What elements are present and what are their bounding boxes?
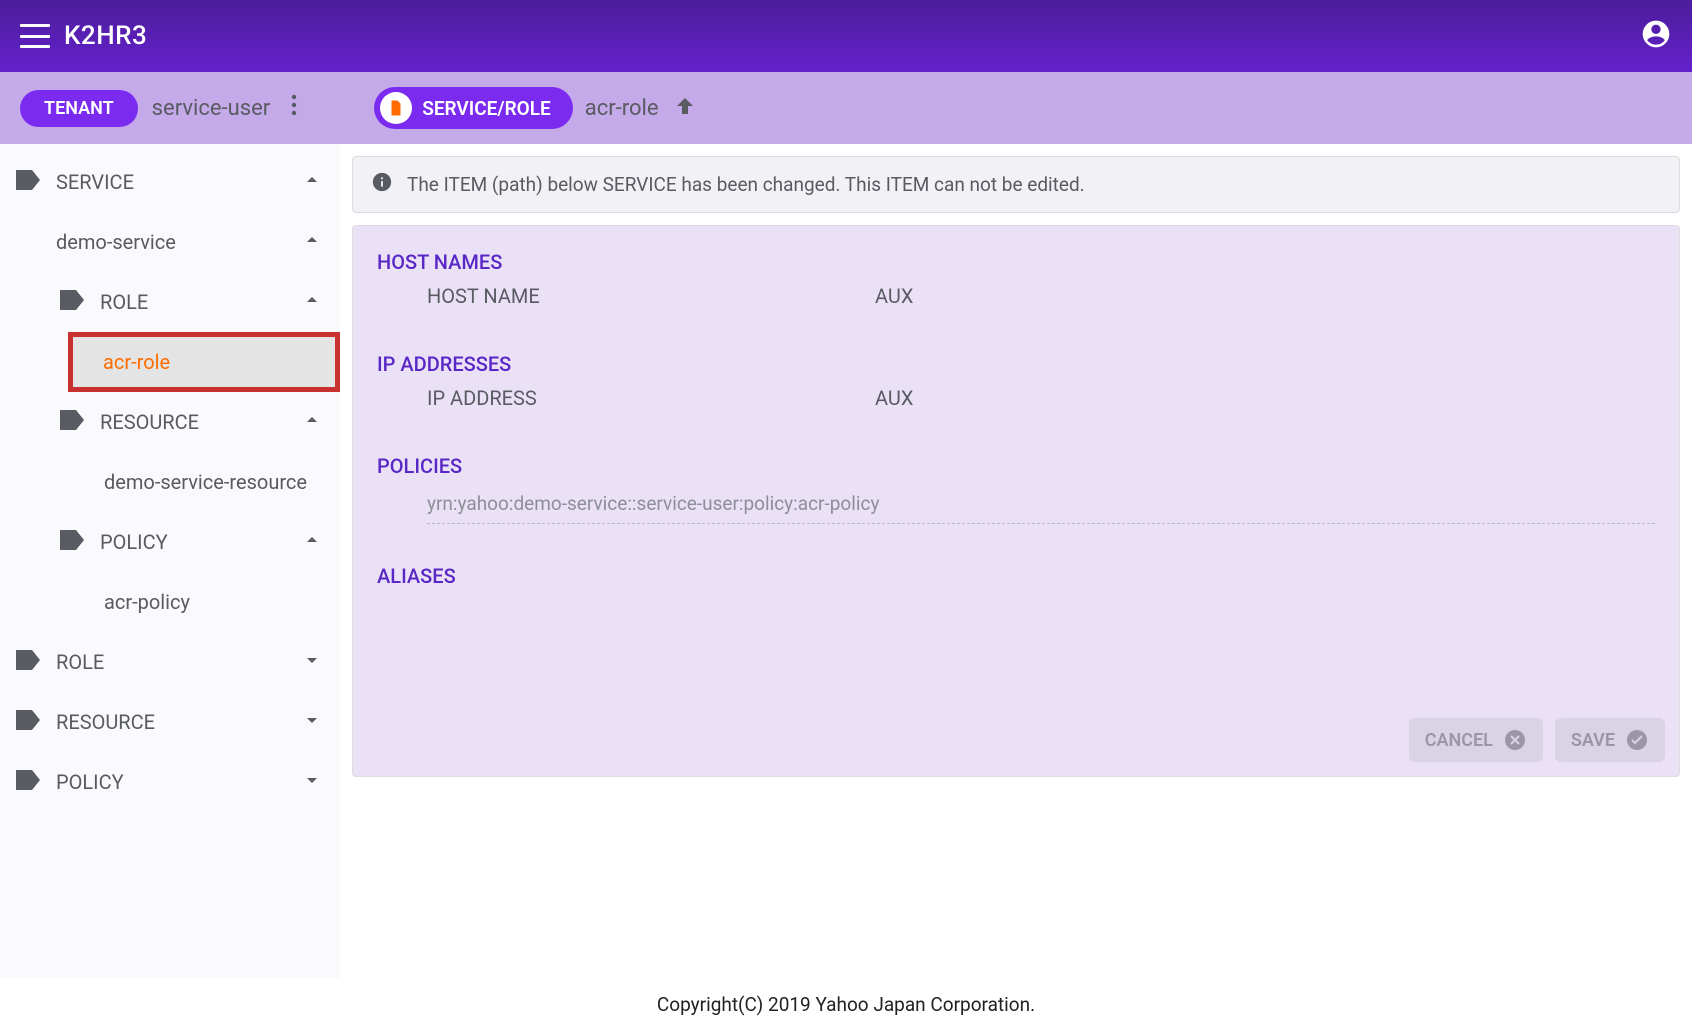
- tag-icon: [16, 770, 40, 795]
- chevron-up-icon[interactable]: [300, 288, 324, 317]
- breadcrumb-chip[interactable]: SERVICE/ROLE: [374, 87, 573, 129]
- sidebar-item-resource[interactable]: RESOURCE: [0, 392, 340, 452]
- section-aliases-title: ALIASES: [377, 564, 1655, 588]
- sidebar-item-service[interactable]: SERVICE: [0, 152, 340, 212]
- sidebar-item-demo-service-resource[interactable]: demo-service-resource: [0, 452, 340, 512]
- account-icon[interactable]: [1640, 18, 1672, 54]
- tag-icon: [16, 650, 40, 675]
- chevron-down-icon[interactable]: [300, 708, 324, 737]
- detail-panel: HOST NAMES HOST NAME AUX IP ADDRESSES IP…: [352, 225, 1680, 777]
- tag-icon: [60, 530, 84, 555]
- sidebar: SERVICE demo-service ROLE acr-role RESOU…: [0, 144, 340, 978]
- footer: Copyright(C) 2019 Yahoo Japan Corporatio…: [0, 978, 1692, 1030]
- section-policies-title: POLICIES: [377, 454, 1655, 478]
- chevron-down-icon[interactable]: [300, 768, 324, 797]
- sidebar-item-label: POLICY: [100, 530, 168, 554]
- cancel-icon: [1503, 728, 1527, 752]
- chevron-up-icon[interactable]: [300, 408, 324, 437]
- app-header: K2HR3: [0, 0, 1692, 72]
- toolbar: TENANT service-user SERVICE/ROLE acr-rol…: [0, 72, 1692, 144]
- chevron-up-icon[interactable]: [300, 528, 324, 557]
- sidebar-item-label: ROLE: [56, 650, 104, 674]
- more-vert-icon[interactable]: [282, 93, 306, 123]
- sidebar-item-root-policy[interactable]: POLICY: [0, 752, 340, 812]
- tag-icon: [60, 290, 84, 315]
- tag-icon: [16, 170, 40, 195]
- sidebar-item-root-resource[interactable]: RESOURCE: [0, 692, 340, 752]
- sidebar-item-label: demo-service: [56, 230, 176, 254]
- app-title: K2HR3: [64, 21, 147, 51]
- sidebar-item-label: acr-role: [103, 350, 170, 374]
- section-ip-title: IP ADDRESSES: [377, 352, 1655, 376]
- sidebar-item-policy[interactable]: POLICY: [0, 512, 340, 572]
- sidebar-item-label: POLICY: [56, 770, 124, 794]
- sidebar-item-acr-role[interactable]: acr-role: [68, 332, 340, 392]
- column-ip: IP ADDRESS: [427, 386, 875, 410]
- sidebar-item-label: demo-service-resource: [104, 470, 307, 494]
- cancel-button-label: CANCEL: [1425, 730, 1493, 751]
- chevron-up-icon[interactable]: [300, 228, 324, 257]
- tag-icon: [16, 710, 40, 735]
- sidebar-item-label: SERVICE: [56, 170, 134, 194]
- arrow-up-icon[interactable]: [673, 94, 697, 122]
- chevron-up-icon[interactable]: [300, 168, 324, 197]
- info-banner: The ITEM (path) below SERVICE has been c…: [352, 156, 1680, 213]
- tag-icon: [60, 410, 84, 435]
- policy-item: yrn:yahoo:demo-service::service-user:pol…: [427, 488, 1655, 524]
- breadcrumb-current: acr-role: [585, 96, 659, 121]
- save-button-label: SAVE: [1571, 730, 1615, 751]
- sidebar-item-label: RESOURCE: [100, 410, 199, 434]
- menu-icon[interactable]: [20, 24, 50, 48]
- sidebar-item-label: ROLE: [100, 290, 148, 314]
- sidebar-item-demo-service[interactable]: demo-service: [0, 212, 340, 272]
- column-hostname: HOST NAME: [427, 284, 875, 308]
- chevron-down-icon[interactable]: [300, 648, 324, 677]
- column-aux: AUX: [875, 386, 913, 410]
- tenant-name: service-user: [152, 96, 271, 121]
- sidebar-item-label: RESOURCE: [56, 710, 155, 734]
- column-aux: AUX: [875, 284, 913, 308]
- sidebar-item-root-role[interactable]: ROLE: [0, 632, 340, 692]
- info-icon: [371, 171, 407, 198]
- check-icon: [1625, 728, 1649, 752]
- file-icon: [380, 92, 412, 124]
- info-text: The ITEM (path) below SERVICE has been c…: [407, 173, 1085, 196]
- breadcrumb-chip-label: SERVICE/ROLE: [422, 97, 551, 120]
- tenant-chip[interactable]: TENANT: [20, 90, 138, 127]
- cancel-button[interactable]: CANCEL: [1409, 718, 1543, 762]
- content: The ITEM (path) below SERVICE has been c…: [340, 144, 1692, 978]
- save-button[interactable]: SAVE: [1555, 718, 1665, 762]
- sidebar-item-role[interactable]: ROLE: [0, 272, 340, 332]
- section-hostnames-title: HOST NAMES: [377, 250, 1655, 274]
- sidebar-item-acr-policy[interactable]: acr-policy: [0, 572, 340, 632]
- sidebar-item-label: acr-policy: [104, 590, 190, 614]
